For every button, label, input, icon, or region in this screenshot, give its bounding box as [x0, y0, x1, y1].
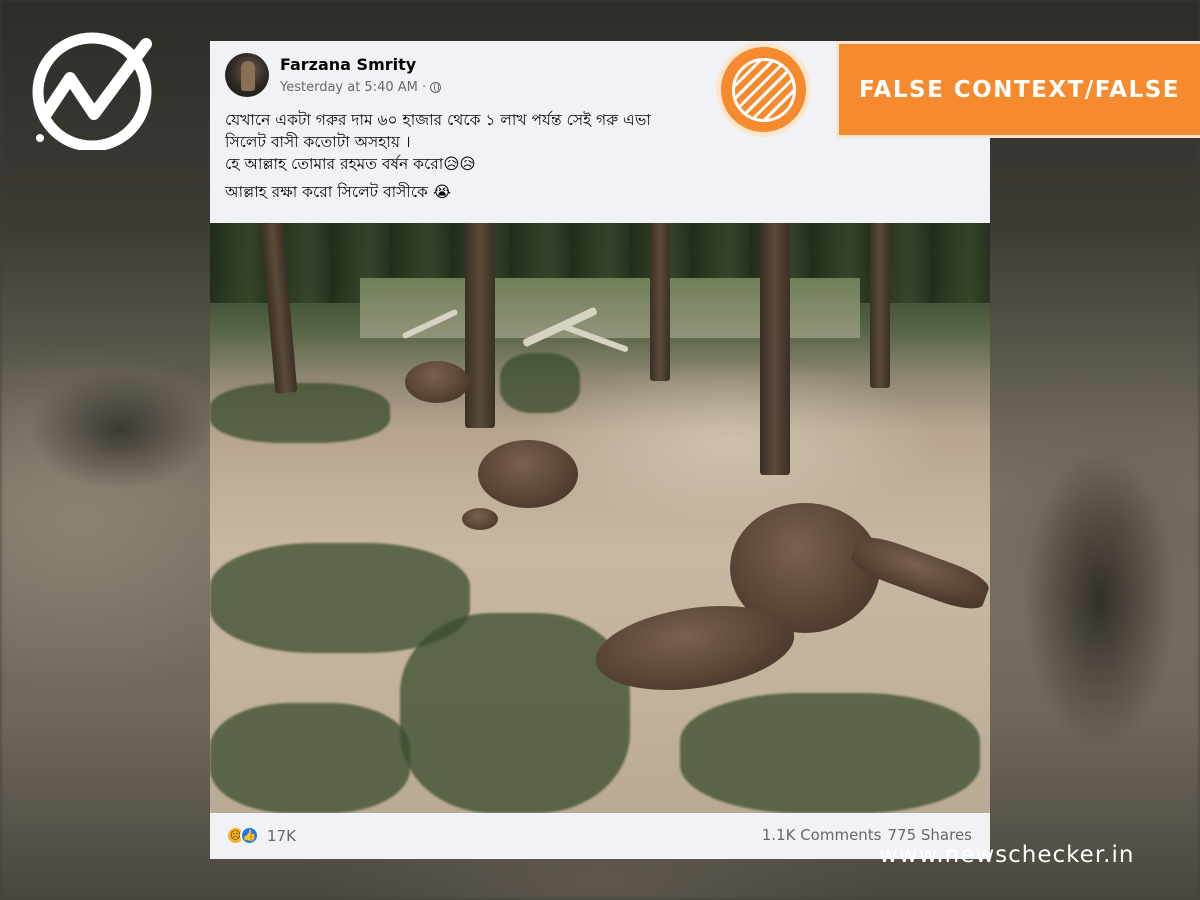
- background-shadow-left: [0, 330, 210, 530]
- photo-vegetation: [680, 693, 980, 813]
- photo-pole: [650, 223, 670, 381]
- photo-pole: [465, 223, 495, 428]
- photo-vegetation: [210, 703, 410, 813]
- reaction-count[interactable]: 17K: [267, 827, 296, 845]
- background-shadow-right: [990, 400, 1200, 820]
- post-meta: Yesterday at 5:40 AM ·: [280, 80, 442, 95]
- photo-pole: [870, 223, 890, 388]
- post-text-line: হে আল্লাহ তোমার রহমত বর্ষন করো😥😥: [225, 155, 476, 173]
- photo-vegetation: [500, 353, 580, 413]
- rating-badge-icon: [716, 42, 811, 137]
- comments-count[interactable]: 1.1K Comments: [762, 826, 882, 844]
- website-watermark: www.newschecker.in: [879, 842, 1135, 868]
- photo-cow: [405, 361, 469, 403]
- globe-icon: [430, 82, 442, 93]
- author-name[interactable]: Farzana Smrity: [280, 55, 416, 74]
- photo-pole: [760, 223, 790, 475]
- photo-bird: [462, 508, 498, 530]
- facebook-post: Farzana Smrity Yesterday at 5:40 AM · যে…: [210, 41, 990, 859]
- photo-vegetation: [400, 613, 630, 813]
- photo-cow: [478, 440, 578, 508]
- avatar[interactable]: [225, 53, 269, 97]
- post-text-line: আল্লাহ রক্ষা করো সিলেট বাসীকে 😭: [225, 183, 451, 201]
- post-photo-flooded-cattle[interactable]: [210, 223, 990, 813]
- newschecker-logo-icon: [32, 32, 152, 150]
- post-footer: ☹ 👍 17K 1.1K Comments 775 Shares: [210, 813, 990, 859]
- reactions[interactable]: ☹ 👍 17K: [226, 826, 296, 845]
- photo-vegetation: [210, 383, 390, 443]
- rating-label: FALSE CONTEXT/FALSE: [836, 41, 1200, 138]
- post-timestamp[interactable]: Yesterday at 5:40 AM ·: [280, 80, 426, 95]
- like-reaction-icon: 👍: [240, 826, 259, 845]
